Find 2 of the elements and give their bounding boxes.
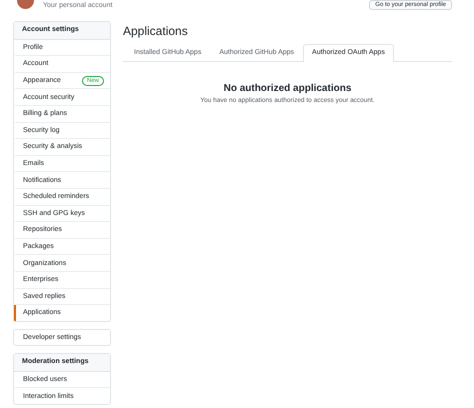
empty-state-heading: No authorized applications (222, 83, 352, 94)
page-title: Applications (123, 24, 189, 38)
